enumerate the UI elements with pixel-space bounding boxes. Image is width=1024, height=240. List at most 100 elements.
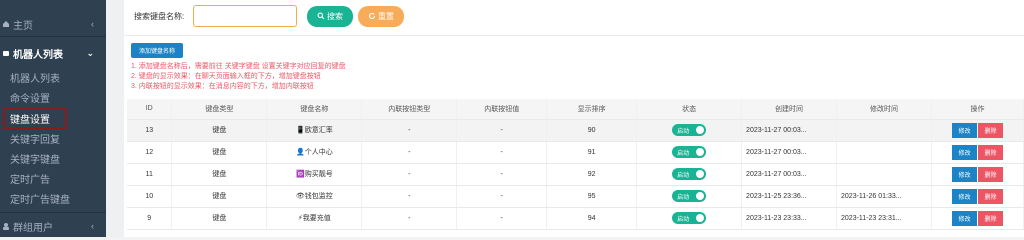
status-label: 启动 — [677, 128, 690, 135]
delete-button[interactable]: 删除 — [977, 188, 1003, 204]
cell-inline-value: - — [456, 185, 548, 208]
column-header: 修改时间 — [836, 99, 932, 120]
column-header: 操作 — [931, 99, 1024, 120]
table-row[interactable]: 13 键盘 📱欧意汇率 - - 90 启动 2023-11-27 00:03..… — [127, 119, 1024, 142]
column-header: 内联按钮值 — [456, 99, 548, 120]
cell-type: 键盘 — [171, 185, 268, 208]
search-icon — [317, 12, 325, 22]
sidebar-item-keyword-reply[interactable]: 关键字回复 — [0, 128, 106, 148]
cell-modified — [836, 141, 932, 164]
column-header: 创建时间 — [741, 99, 838, 120]
cell-sort: 92 — [546, 163, 638, 186]
table-row[interactable]: 10 键盘 👁钱包监控 - - 95 启动 2023-11-25 23:36..… — [127, 185, 1024, 208]
column-header: ID — [127, 99, 173, 120]
cell-sort: 90 — [546, 119, 638, 142]
cell-name: 🆔购买靓号 — [266, 163, 363, 186]
reset-button[interactable]: 重置 — [358, 6, 404, 27]
status-toggle[interactable]: 启动 — [672, 168, 707, 180]
edit-button[interactable]: 修改 — [951, 188, 977, 204]
note-line: 1. 添加键盘名称后，需要前往 关键字键盘 设置关键字对应回复的键盘 — [131, 63, 346, 70]
keyboard-table: ID 键盘类型 键盘名称 内联按钮类型 内联按钮值 显示排序 状态 创建时间 修… — [127, 99, 1024, 230]
cell-id: 12 — [127, 141, 173, 164]
cell-modified: 2023-11-23 23:31... — [836, 207, 932, 230]
sidebar: 主页 ‹ 机器人列表 ⌄ 机器人列表 命令设置 键盘设置 关键字回复 关键字键盘… — [0, 0, 106, 237]
cell-name: 📱欧意汇率 — [266, 119, 363, 142]
status-toggle[interactable]: 启动 — [672, 190, 707, 202]
cell-status: 启动 — [636, 141, 743, 164]
sidebar-item-label: 定时广告 — [10, 174, 50, 186]
search-bar: 搜索键盘名称: 搜索 重置 — [124, 0, 1024, 36]
delete-button[interactable]: 删除 — [977, 122, 1003, 138]
cell-inline-value: - — [456, 207, 548, 230]
cell-actions: 修改 删除 — [931, 119, 1024, 142]
sidebar-item-label: 机器人列表 — [10, 73, 60, 85]
edit-button[interactable]: 修改 — [951, 166, 977, 182]
cell-actions: 修改 删除 — [931, 141, 1024, 164]
cell-inline-value: - — [456, 119, 548, 142]
edit-button[interactable]: 修改 — [951, 122, 977, 138]
users-icon — [2, 222, 10, 230]
status-toggle[interactable]: 启动 — [672, 124, 707, 136]
cell-id: 13 — [127, 119, 173, 142]
toggle-knob — [696, 214, 705, 222]
sidebar-item-label: 关键字回复 — [10, 134, 60, 146]
status-toggle[interactable]: 启动 — [672, 212, 707, 224]
search-button-label: 搜索 — [327, 12, 343, 21]
cell-inline-type: - — [361, 119, 458, 142]
cell-created: 2023-11-27 00:03... — [741, 141, 838, 164]
edit-button[interactable]: 修改 — [951, 210, 977, 226]
status-toggle[interactable]: 启动 — [672, 146, 707, 158]
gutter — [106, 0, 124, 237]
robot-icon — [2, 49, 10, 57]
sidebar-item-group-users[interactable]: 群组用户 ‹ — [0, 216, 106, 236]
column-header: 显示排序 — [546, 99, 638, 120]
edit-button[interactable]: 修改 — [951, 144, 977, 160]
table-row[interactable]: 12 键盘 👤个人中心 - - 91 启动 2023-11-27 00:03..… — [127, 141, 1024, 164]
sidebar-bottom-label: 群组用户 — [13, 222, 53, 234]
cell-status: 启动 — [636, 163, 743, 186]
sidebar-item-keyword-keyboard[interactable]: 关键字键盘 — [0, 148, 106, 168]
cell-modified: 2023-11-26 01:33... — [836, 185, 932, 208]
cell-modified — [836, 119, 932, 142]
chevron-down-icon: ⌄ — [86, 47, 94, 58]
delete-button[interactable]: 删除 — [977, 166, 1003, 182]
sidebar-item-label: 定时广告键盘 — [10, 194, 70, 206]
sidebar-group-robot-list[interactable]: 机器人列表 ⌄ — [0, 43, 106, 63]
status-label: 启动 — [677, 172, 690, 179]
search-button[interactable]: 搜索 — [307, 6, 353, 27]
search-label: 搜索键盘名称: — [134, 12, 185, 21]
cell-sort: 94 — [546, 207, 638, 230]
status-label: 启动 — [677, 194, 690, 201]
sidebar-item-robot-list[interactable]: 机器人列表 — [0, 67, 106, 87]
sidebar-item-home[interactable]: 主页 ‹ — [0, 14, 106, 34]
sidebar-item-scheduled-ads[interactable]: 定时广告 — [0, 168, 106, 188]
delete-button[interactable]: 删除 — [977, 144, 1003, 160]
divider — [0, 36, 106, 37]
refresh-icon — [368, 12, 376, 22]
sidebar-item-command-settings[interactable]: 命令设置 — [0, 87, 106, 107]
cell-name: 👤个人中心 — [266, 141, 363, 164]
table-row[interactable]: 9 键盘 ⚡我要充值 - - 94 启动 2023-11-23 23:33...… — [127, 207, 1024, 230]
toggle-knob — [696, 192, 705, 200]
sidebar-item-scheduled-ads-keyboard[interactable]: 定时广告键盘 — [0, 188, 106, 208]
cell-id: 11 — [127, 163, 173, 186]
cell-created: 2023-11-25 23:36... — [741, 185, 838, 208]
home-icon — [2, 20, 10, 28]
toggle-knob — [696, 148, 705, 156]
column-header: 键盘类型 — [171, 99, 268, 120]
cell-inline-type: - — [361, 185, 458, 208]
note-line: 2. 键盘的显示效果：在聊天页面输入框的下方，增加键盘按钮 — [131, 73, 321, 80]
cell-created: 2023-11-23 23:33... — [741, 207, 838, 230]
cell-type: 键盘 — [171, 119, 268, 142]
cell-status: 启动 — [636, 119, 743, 142]
cell-inline-value: - — [456, 141, 548, 164]
search-input[interactable] — [193, 5, 297, 27]
column-header: 状态 — [636, 99, 743, 120]
status-label: 启动 — [677, 150, 690, 157]
add-keyboard-button[interactable]: 添加键盘名称 — [131, 43, 183, 58]
cell-type: 键盘 — [171, 141, 268, 164]
cell-inline-type: - — [361, 141, 458, 164]
cell-type: 键盘 — [171, 163, 268, 186]
table-row[interactable]: 11 键盘 🆔购买靓号 - - 92 启动 2023-11-27 00:03..… — [127, 163, 1024, 186]
delete-button[interactable]: 删除 — [977, 210, 1003, 226]
